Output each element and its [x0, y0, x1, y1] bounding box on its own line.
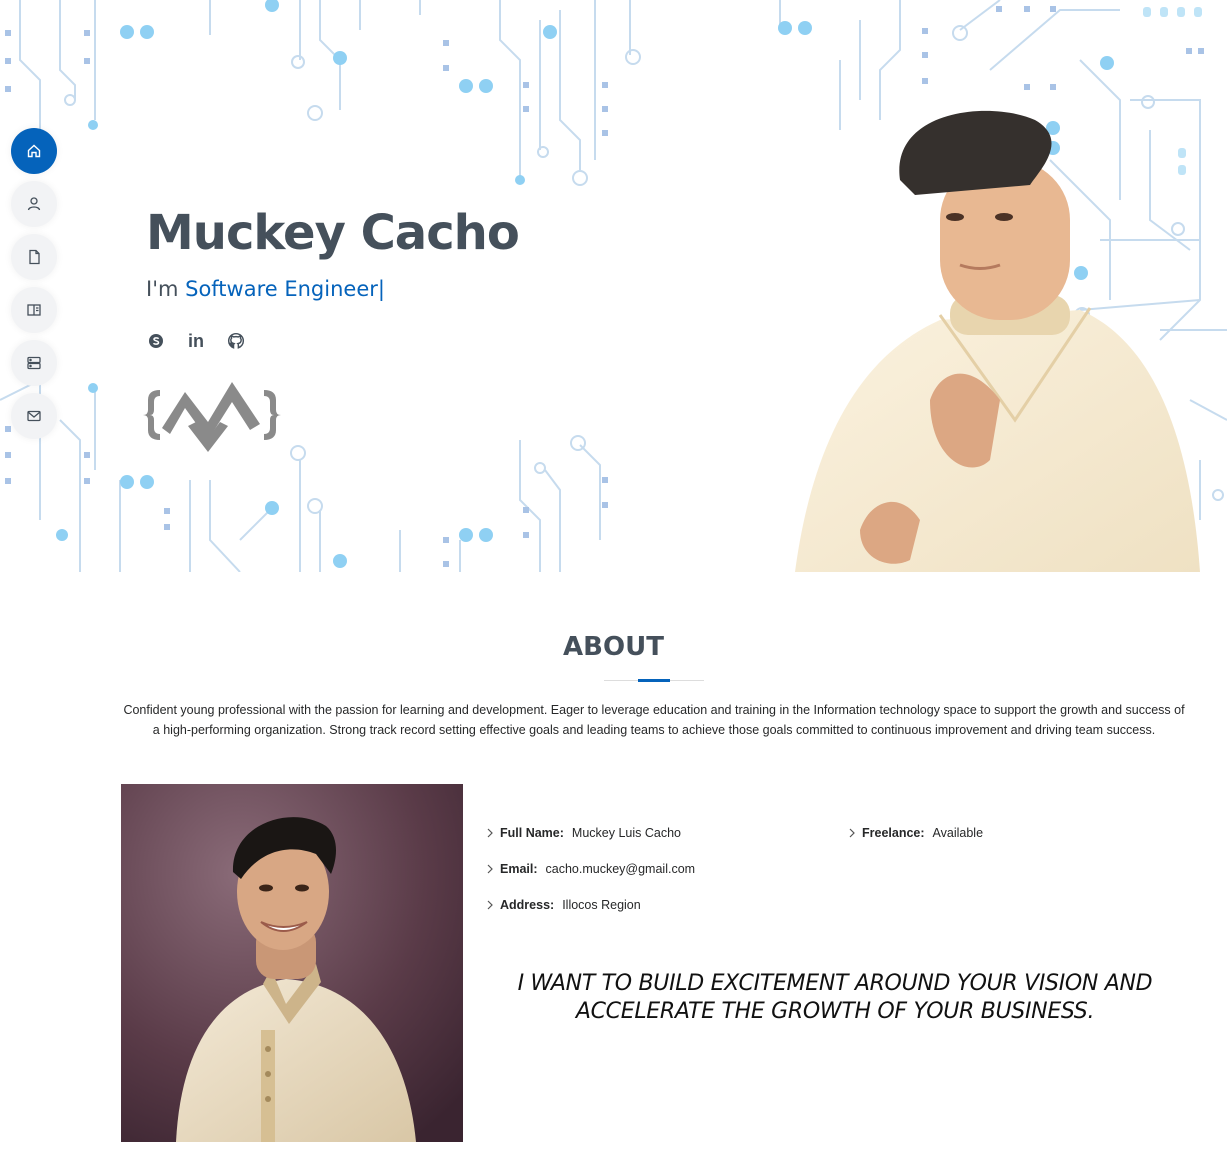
social-links: in	[146, 331, 246, 351]
hero-portrait-image	[795, 110, 1200, 572]
server-icon	[27, 356, 41, 370]
chevron-right-icon	[849, 828, 855, 838]
about-heading: ABOUT	[563, 632, 664, 662]
github-icon	[227, 332, 245, 349]
typing-cursor: |	[377, 277, 385, 301]
about-tagline: I WANT TO BUILD EXCITEMENT AROUND YOUR V…	[517, 971, 1153, 1024]
skype-icon	[149, 334, 163, 348]
info-address: Address: Illocos Region	[484, 898, 641, 912]
email-label: Email:	[500, 862, 538, 876]
heading-accent-bar	[638, 679, 670, 682]
nav-portfolio-button[interactable]	[11, 287, 57, 333]
chevron-right-icon	[487, 828, 493, 838]
github-link[interactable]	[226, 331, 246, 351]
hero-subtitle: I'm Software Engineer|	[146, 277, 385, 301]
nav-resume-button[interactable]	[11, 234, 57, 280]
person-icon	[27, 197, 41, 211]
linkedin-icon: in	[188, 330, 204, 351]
info-freelance: Freelance: Available	[846, 826, 983, 840]
info-email: Email: cacho.muckey@gmail.com	[484, 862, 695, 876]
hero-intro: I'm	[146, 277, 186, 301]
nav-services-button[interactable]	[11, 340, 57, 386]
info-full-name: Full Name: Muckey Luis Cacho	[484, 826, 681, 840]
nav-home-button[interactable]	[11, 128, 57, 174]
chevron-right-icon	[487, 900, 493, 910]
address-label: Address:	[500, 898, 555, 912]
brand-logo	[143, 382, 281, 452]
chevron-right-icon	[487, 864, 493, 874]
full-name-value: Muckey Luis Cacho	[571, 826, 681, 840]
freelance-value: Available	[932, 826, 984, 840]
linkedin-link[interactable]: in	[186, 331, 206, 351]
full-name-label: Full Name:	[500, 826, 564, 840]
envelope-icon	[27, 410, 41, 422]
side-nav	[11, 128, 59, 446]
nav-contact-button[interactable]	[11, 393, 57, 439]
home-icon	[27, 144, 41, 158]
about-description: Confident young professional with the pa…	[123, 703, 1185, 737]
address-value: Illocos Region	[562, 898, 641, 912]
book-icon	[27, 304, 41, 316]
file-icon	[29, 249, 40, 265]
hero-name: Muckey Cacho	[146, 205, 520, 261]
about-portrait-image	[121, 784, 463, 1142]
hero-role: Software Engineer	[185, 277, 378, 301]
skype-link[interactable]	[146, 331, 166, 351]
freelance-label: Freelance:	[862, 826, 925, 840]
email-value: cacho.muckey@gmail.com	[545, 862, 696, 876]
nav-about-button[interactable]	[11, 181, 57, 227]
